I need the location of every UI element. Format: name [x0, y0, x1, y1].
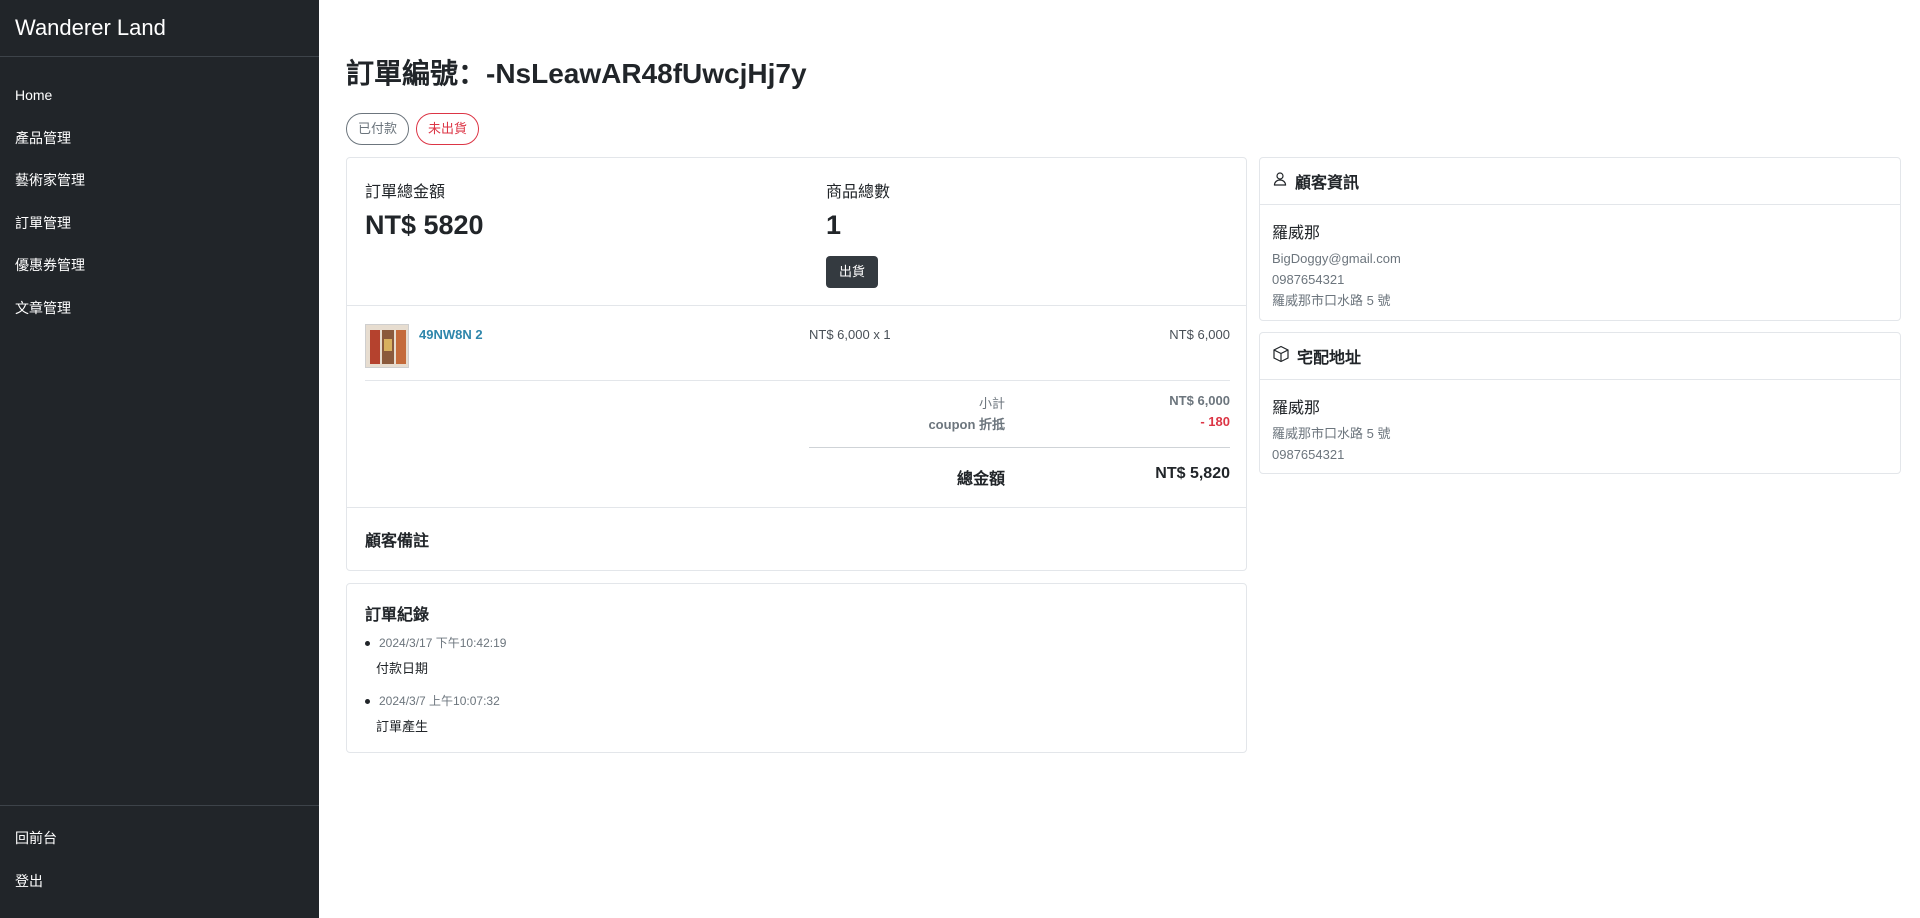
customer-name: 羅威那 — [1272, 225, 1321, 242]
page-title: 訂單編號：-NsLeawAR48fUwcjHj7y — [346, 58, 807, 89]
sidebar-item-artists[interactable]: 藝術家管理 — [0, 159, 319, 202]
brand-title[interactable]: Wanderer Land — [0, 0, 319, 57]
log-entry-event: 付款日期 — [376, 661, 429, 676]
shipping-address-card: 宅配地址 羅威那 羅威那市口水路 5 號 0987654321 — [1259, 332, 1901, 474]
order-log-card: 訂單紀錄 2024/3/17 下午10:42:19 付款日期 2024/3/7 … — [346, 583, 1247, 753]
customer-info-header: 顧客資訊 — [1260, 158, 1900, 205]
customer-info-card: 顧客資訊 羅威那 BigDoggy@gmail.com 0987654321 羅… — [1259, 157, 1901, 321]
user-icon — [1272, 171, 1288, 192]
customer-info-body: 羅威那 BigDoggy@gmail.com 0987654321 羅威那市口水… — [1260, 205, 1900, 323]
order-total-value: NT$ 5820 — [365, 210, 484, 240]
sidebar-item-coupons[interactable]: 優惠券管理 — [0, 244, 319, 287]
log-time-text: 2024/3/7 上午10:07:32 — [379, 694, 500, 708]
product-name-link[interactable]: 49NW8N 2 — [419, 327, 483, 342]
shipping-address-header: 宅配地址 — [1260, 333, 1900, 380]
customer-info-title: 顧客資訊 — [1295, 175, 1360, 192]
recipient-address: 羅威那市口水路 5 號 — [1272, 426, 1391, 441]
bullet-icon — [365, 641, 370, 647]
customer-address: 羅威那市口水路 5 號 — [1272, 293, 1391, 308]
shipping-address-title: 宅配地址 — [1297, 350, 1362, 367]
back-to-frontend-link[interactable]: 回前台 — [0, 817, 319, 860]
subtotal-value: NT$ 6,000 — [1169, 393, 1230, 408]
ship-button[interactable]: 出貨 — [826, 256, 878, 288]
coupon-label: coupon 折抵 — [928, 417, 1005, 432]
status-badges: 已付款 未出貨 — [346, 113, 480, 145]
log-time-text: 2024/3/17 下午10:42:19 — [379, 636, 507, 650]
log-entry-event: 訂單產生 — [376, 719, 429, 734]
recipient-name: 羅威那 — [1272, 400, 1321, 417]
customer-note-label: 顧客備註 — [365, 533, 430, 550]
sidebar-footer: 回前台 登出 — [0, 805, 319, 918]
grand-total-value: NT$ 5,820 — [1155, 465, 1230, 482]
divider — [347, 305, 1246, 306]
bullet-icon — [365, 699, 370, 705]
logout-link[interactable]: 登出 — [0, 860, 319, 903]
divider — [809, 447, 1230, 448]
log-entry-time: 2024/3/7 上午10:07:32 — [365, 692, 500, 709]
order-total-label: 訂單總金額 — [365, 184, 446, 201]
paid-status-badge: 已付款 — [346, 113, 410, 145]
product-unit-qty: NT$ 6,000 x 1 — [809, 327, 891, 342]
product-line-total: NT$ 6,000 — [1169, 327, 1230, 342]
order-log-title: 訂單紀錄 — [365, 607, 430, 624]
divider — [365, 380, 1230, 381]
divider — [347, 507, 1246, 508]
sidebar-item-articles[interactable]: 文章管理 — [0, 287, 319, 330]
item-count-label: 商品總數 — [826, 184, 891, 201]
order-summary-card: 訂單總金額 NT$ 5820 商品總數 1 出貨 49NW8N 2 NT$ 6,… — [346, 157, 1247, 571]
log-entry-time: 2024/3/17 下午10:42:19 — [365, 634, 506, 651]
box-icon — [1272, 345, 1290, 368]
sidebar-item-orders[interactable]: 訂單管理 — [0, 202, 319, 245]
coupon-value: - 180 — [1200, 414, 1230, 429]
sidebar-item-home[interactable]: Home — [0, 74, 319, 117]
grand-total-label: 總金額 — [956, 471, 1005, 488]
item-count-value: 1 — [826, 210, 842, 240]
recipient-phone: 0987654321 — [1272, 447, 1345, 462]
customer-phone: 0987654321 — [1272, 272, 1345, 287]
sidebar: Wanderer Land Home 產品管理 藝術家管理 訂單管理 優惠券管理… — [0, 0, 319, 918]
sidebar-item-products[interactable]: 產品管理 — [0, 117, 319, 160]
sidebar-nav: Home 產品管理 藝術家管理 訂單管理 優惠券管理 文章管理 — [0, 74, 319, 329]
subtotal-label: 小計 — [978, 396, 1005, 411]
product-thumbnail — [365, 324, 409, 368]
shipping-status-badge: 未出貨 — [416, 113, 480, 145]
shipping-address-body: 羅威那 羅威那市口水路 5 號 0987654321 — [1260, 380, 1900, 477]
customer-email: BigDoggy@gmail.com — [1272, 251, 1401, 266]
